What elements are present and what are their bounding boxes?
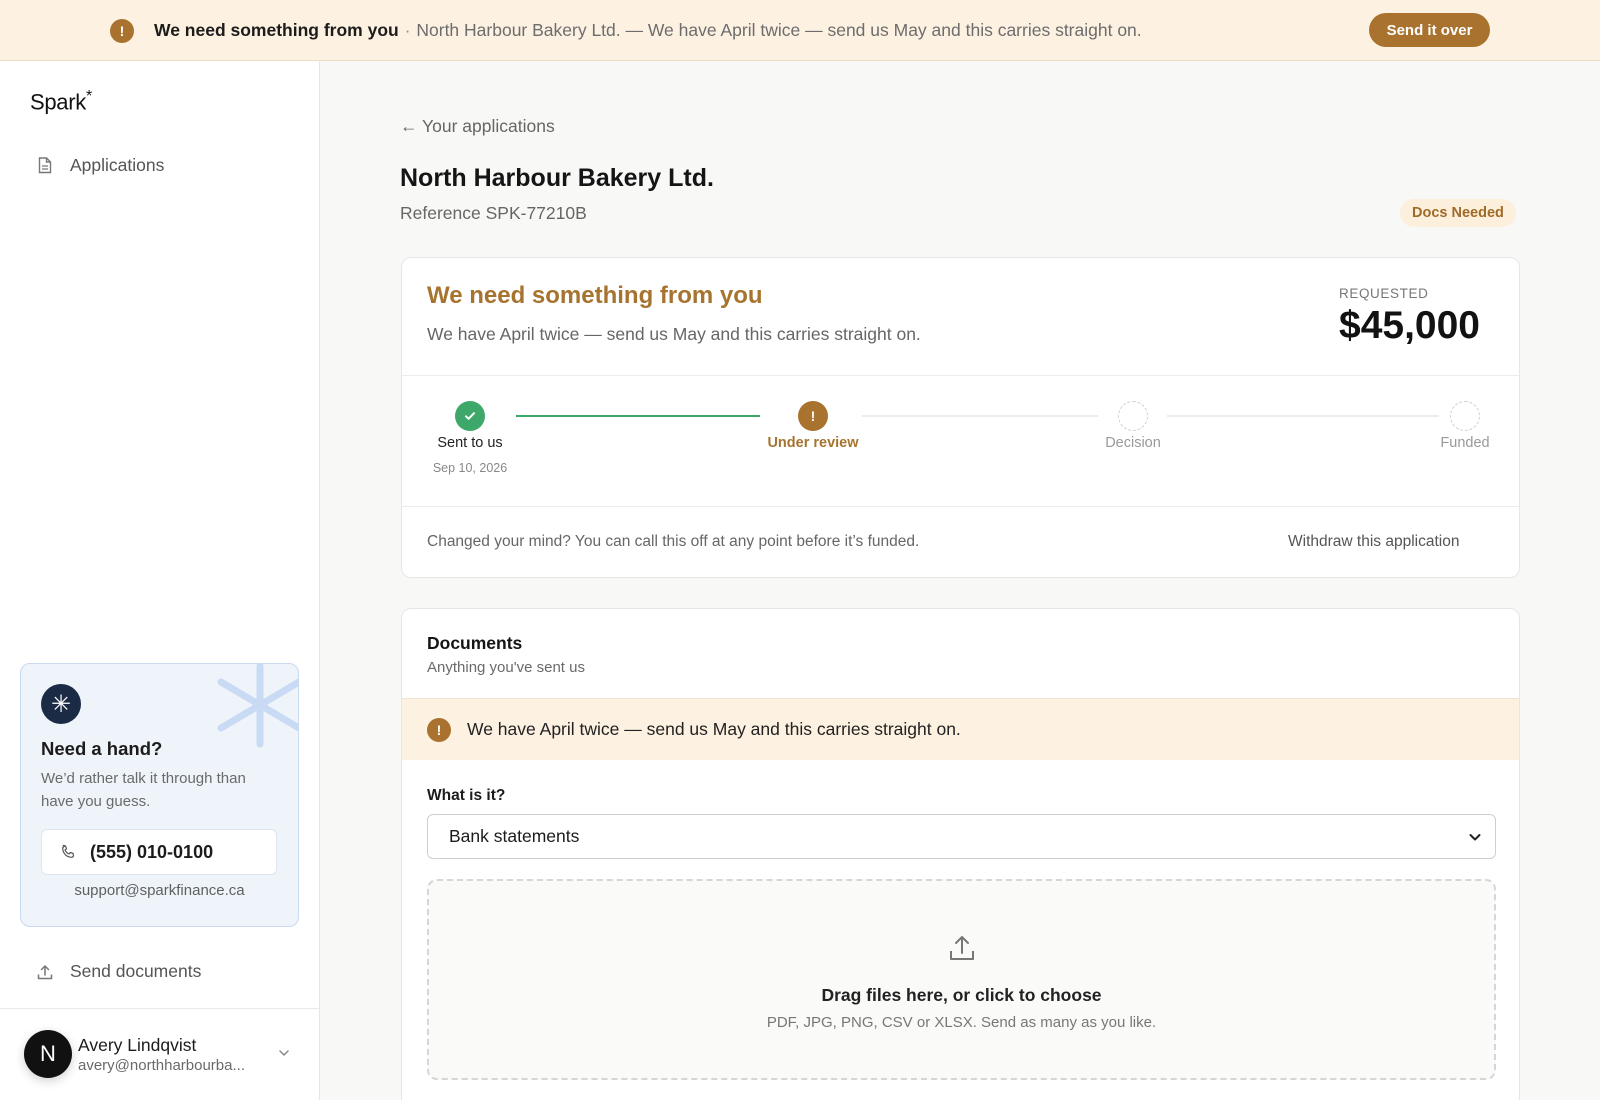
alert-icon: ! (798, 401, 828, 431)
documents-alert-message: We have April twice — send us May and th… (467, 719, 961, 739)
reference-number: Reference SPK-77210B (400, 203, 587, 223)
sidebar-item-send-documents[interactable]: Send documents (36, 961, 201, 982)
help-email-link[interactable]: support@sparkfinance.ca (21, 882, 298, 899)
dropzone-title: Drag files here, or click to choose (821, 985, 1102, 1005)
logo-text: Spark (30, 89, 86, 115)
sidebar-item-label: Applications (70, 155, 165, 175)
help-phone-button[interactable]: (555) 010-0100 (41, 829, 277, 875)
document-icon (36, 156, 54, 176)
app-logo[interactable]: Spark* (30, 88, 92, 115)
page-title: North Harbour Bakery Ltd. (400, 164, 714, 192)
document-type-value: Bank statements (449, 826, 580, 846)
phone-icon (62, 844, 75, 858)
documents-alert: ! We have April twice — send us May and … (402, 698, 1519, 760)
step-date-sent: Sep 10, 2026 (432, 461, 508, 475)
progress-line-complete (516, 415, 760, 417)
banner-separator: · (404, 20, 411, 40)
alert-icon: ! (110, 18, 134, 43)
step-label-review: Under review (767, 435, 859, 451)
document-type-label: What is it? (427, 787, 506, 804)
chevron-down-icon[interactable] (276, 1045, 292, 1061)
asterisk-decoration-icon (217, 664, 298, 748)
sidebar: Spark* Applications ✳ Need a hand? We’d … (0, 61, 320, 1100)
help-card: ✳ Need a hand? We’d rather talk it throu… (20, 663, 299, 927)
divider (402, 375, 1519, 376)
attention-banner: ! We need something from you · North Har… (0, 0, 1600, 61)
file-dropzone[interactable]: Drag files here, or click to choose PDF,… (427, 879, 1496, 1080)
alert-icon: ! (427, 717, 451, 742)
user-email: avery@northharbourba... (78, 1057, 245, 1074)
application-status-card: We need something from you We have April… (401, 257, 1520, 578)
status-message: We have April twice — send us May and th… (427, 324, 921, 344)
send-it-over-button[interactable]: Send it over (1369, 13, 1490, 47)
requested-label: REQUESTED (1339, 286, 1429, 301)
document-type-select[interactable]: Bank statements (427, 814, 1496, 859)
sidebar-item-applications[interactable]: Applications (36, 155, 164, 176)
banner-title: We need something from you (154, 20, 399, 40)
documents-title: Documents (427, 633, 523, 653)
pending-step-icon (1118, 401, 1148, 431)
user-menu[interactable]: N Avery Lindqvist avery@northharbourba..… (0, 1008, 319, 1100)
progress-line-pending (862, 415, 1098, 417)
step-label-funded: Funded (1440, 435, 1490, 451)
dropzone-hint: PDF, JPG, PNG, CSV or XLSX. Send as many… (766, 1014, 1157, 1031)
documents-card: Documents Anything you've sent us ! We h… (401, 608, 1520, 1100)
chevron-down-icon (1469, 834, 1481, 841)
logo-mark: * (85, 88, 92, 105)
withdraw-note: Changed your mind? You can call this off… (427, 533, 920, 550)
user-name: Avery Lindqvist (78, 1035, 197, 1055)
avatar: N (24, 1030, 72, 1078)
progress-line-pending (1167, 415, 1439, 417)
status-badge: Docs Needed (1400, 199, 1516, 227)
back-to-applications-link[interactable]: ← Your applications (400, 116, 555, 137)
sidebar-item-label: Send documents (70, 961, 202, 981)
step-label-sent: Sent to us (437, 435, 503, 451)
banner-content: ! We need something from you · North Har… (110, 0, 1142, 61)
spark-mark-icon: ✳ (41, 684, 81, 724)
documents-subtitle: Anything you've sent us (427, 659, 585, 676)
withdraw-application-button[interactable]: Withdraw this application (1288, 533, 1459, 551)
upload-icon (950, 936, 974, 960)
help-title: Need a hand? (41, 738, 163, 759)
divider (402, 506, 1519, 507)
upload-icon (36, 962, 54, 982)
check-icon (455, 401, 485, 431)
help-phone-number: (555) 010-0100 (90, 841, 214, 862)
help-body: We’d rather talk it through than have yo… (41, 770, 246, 810)
step-label-decision: Decision (1105, 435, 1161, 451)
banner-message: North Harbour Bakery Ltd. — We have Apri… (416, 20, 1142, 40)
pending-step-icon (1450, 401, 1480, 431)
requested-amount: $45,000 (1339, 304, 1480, 347)
status-title: We need something from you (427, 282, 763, 309)
